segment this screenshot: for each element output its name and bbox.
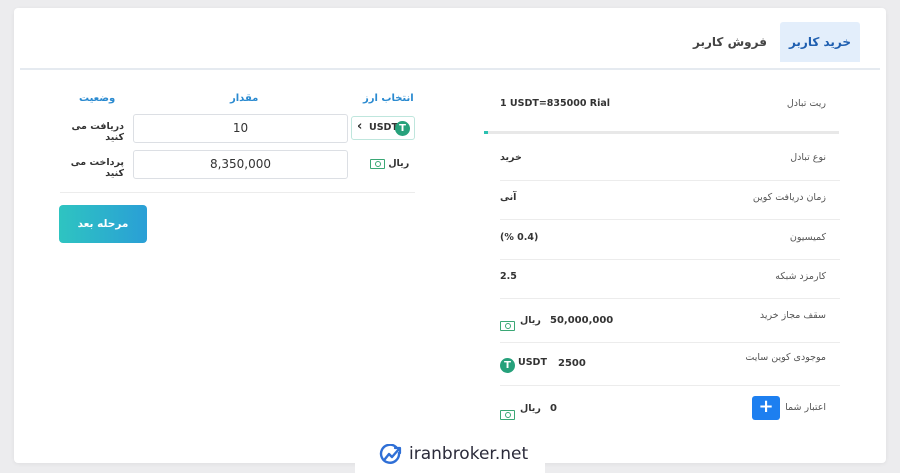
pay-amount-input[interactable]: 8,350,000 xyxy=(133,150,348,179)
balance-value: 2500 xyxy=(558,358,586,369)
rial-cash-icon xyxy=(500,315,515,334)
divider xyxy=(500,385,840,386)
rial-cash-icon xyxy=(370,158,385,169)
divider xyxy=(500,219,840,220)
buy-limit-unit: ریال xyxy=(520,315,541,326)
divider xyxy=(500,342,840,343)
type-value: خرید xyxy=(500,152,522,163)
fee-label: کارمزد شبکه xyxy=(775,271,826,282)
next-step-button[interactable]: مرحله بعد xyxy=(59,205,147,243)
form-divider xyxy=(60,192,415,193)
chevron-left-icon: ‹ xyxy=(357,119,363,134)
buy-limit-value: 50,000,000 xyxy=(550,315,614,326)
commission-label: کمیسیون xyxy=(789,232,826,243)
tabs-underline xyxy=(20,68,880,70)
tab-sell[interactable]: فروش کاربر xyxy=(692,22,768,62)
info-row-commission: کمیسیون (% 0.4) xyxy=(500,232,840,260)
info-row-balance: موجودی کوین سایت T USDT 2500 xyxy=(500,352,840,386)
progress-fill xyxy=(484,131,488,134)
watermark-text: iranbroker.net xyxy=(409,444,529,464)
pay-currency-label: ریال xyxy=(388,158,410,169)
credit-label: اعتبار شما xyxy=(785,402,826,413)
divider xyxy=(500,180,840,181)
info-row-fee: کارمزد شبکه 2.5 xyxy=(500,271,840,299)
currency-code: USDT xyxy=(369,122,398,133)
buy-limit-label: سقف مجاز خرید xyxy=(759,310,826,321)
divider xyxy=(500,259,840,260)
time-value: آنی xyxy=(500,192,517,203)
trend-logo-icon xyxy=(379,444,402,464)
credit-value: 0 xyxy=(550,403,557,414)
pay-currency: ریال xyxy=(366,158,409,169)
tether-icon: T xyxy=(395,121,410,136)
tether-icon: T xyxy=(500,355,515,374)
rial-cash-icon xyxy=(500,404,515,423)
type-label: نوع تبادل xyxy=(790,152,826,163)
rate-label: ریت تبادل xyxy=(786,98,826,109)
credit-unit: ریال xyxy=(520,403,541,414)
header-status: وضعیت xyxy=(79,93,116,104)
rate-value: 1 USDT=835000 Rial xyxy=(500,98,611,109)
info-row-type: نوع تبادل خرید xyxy=(500,152,840,181)
divider xyxy=(500,298,840,299)
balance-unit: USDT xyxy=(518,357,547,368)
fee-value: 2.5 xyxy=(500,271,517,282)
watermark: iranbroker.net xyxy=(355,437,545,473)
tab-buy[interactable]: خرید کاربر xyxy=(780,22,860,62)
balance-label: موجودی کوین سایت xyxy=(745,352,826,363)
receive-amount-input[interactable]: 10 xyxy=(133,114,348,143)
header-amount: مقدار xyxy=(230,93,259,104)
info-row-credit: اعتبار شما ریال 0 xyxy=(500,402,840,422)
receive-label: دریافت می کنید xyxy=(71,121,124,143)
rate-progress-bar xyxy=(484,131,839,134)
time-label: زمان دریافت کوین xyxy=(752,192,826,203)
info-row-buy-limit: سقف مجاز خرید ریال 50,000,000 xyxy=(500,310,840,343)
commission-value: (% 0.4) xyxy=(500,232,539,243)
pay-label: پرداخت می کنید xyxy=(70,157,124,179)
currency-select[interactable]: ‹ USDT T xyxy=(351,116,415,140)
info-row-time: زمان دریافت کوین آنی xyxy=(500,192,840,220)
add-credit-button[interactable]: + xyxy=(752,396,780,420)
header-currency: انتخاب ارز xyxy=(363,93,414,104)
